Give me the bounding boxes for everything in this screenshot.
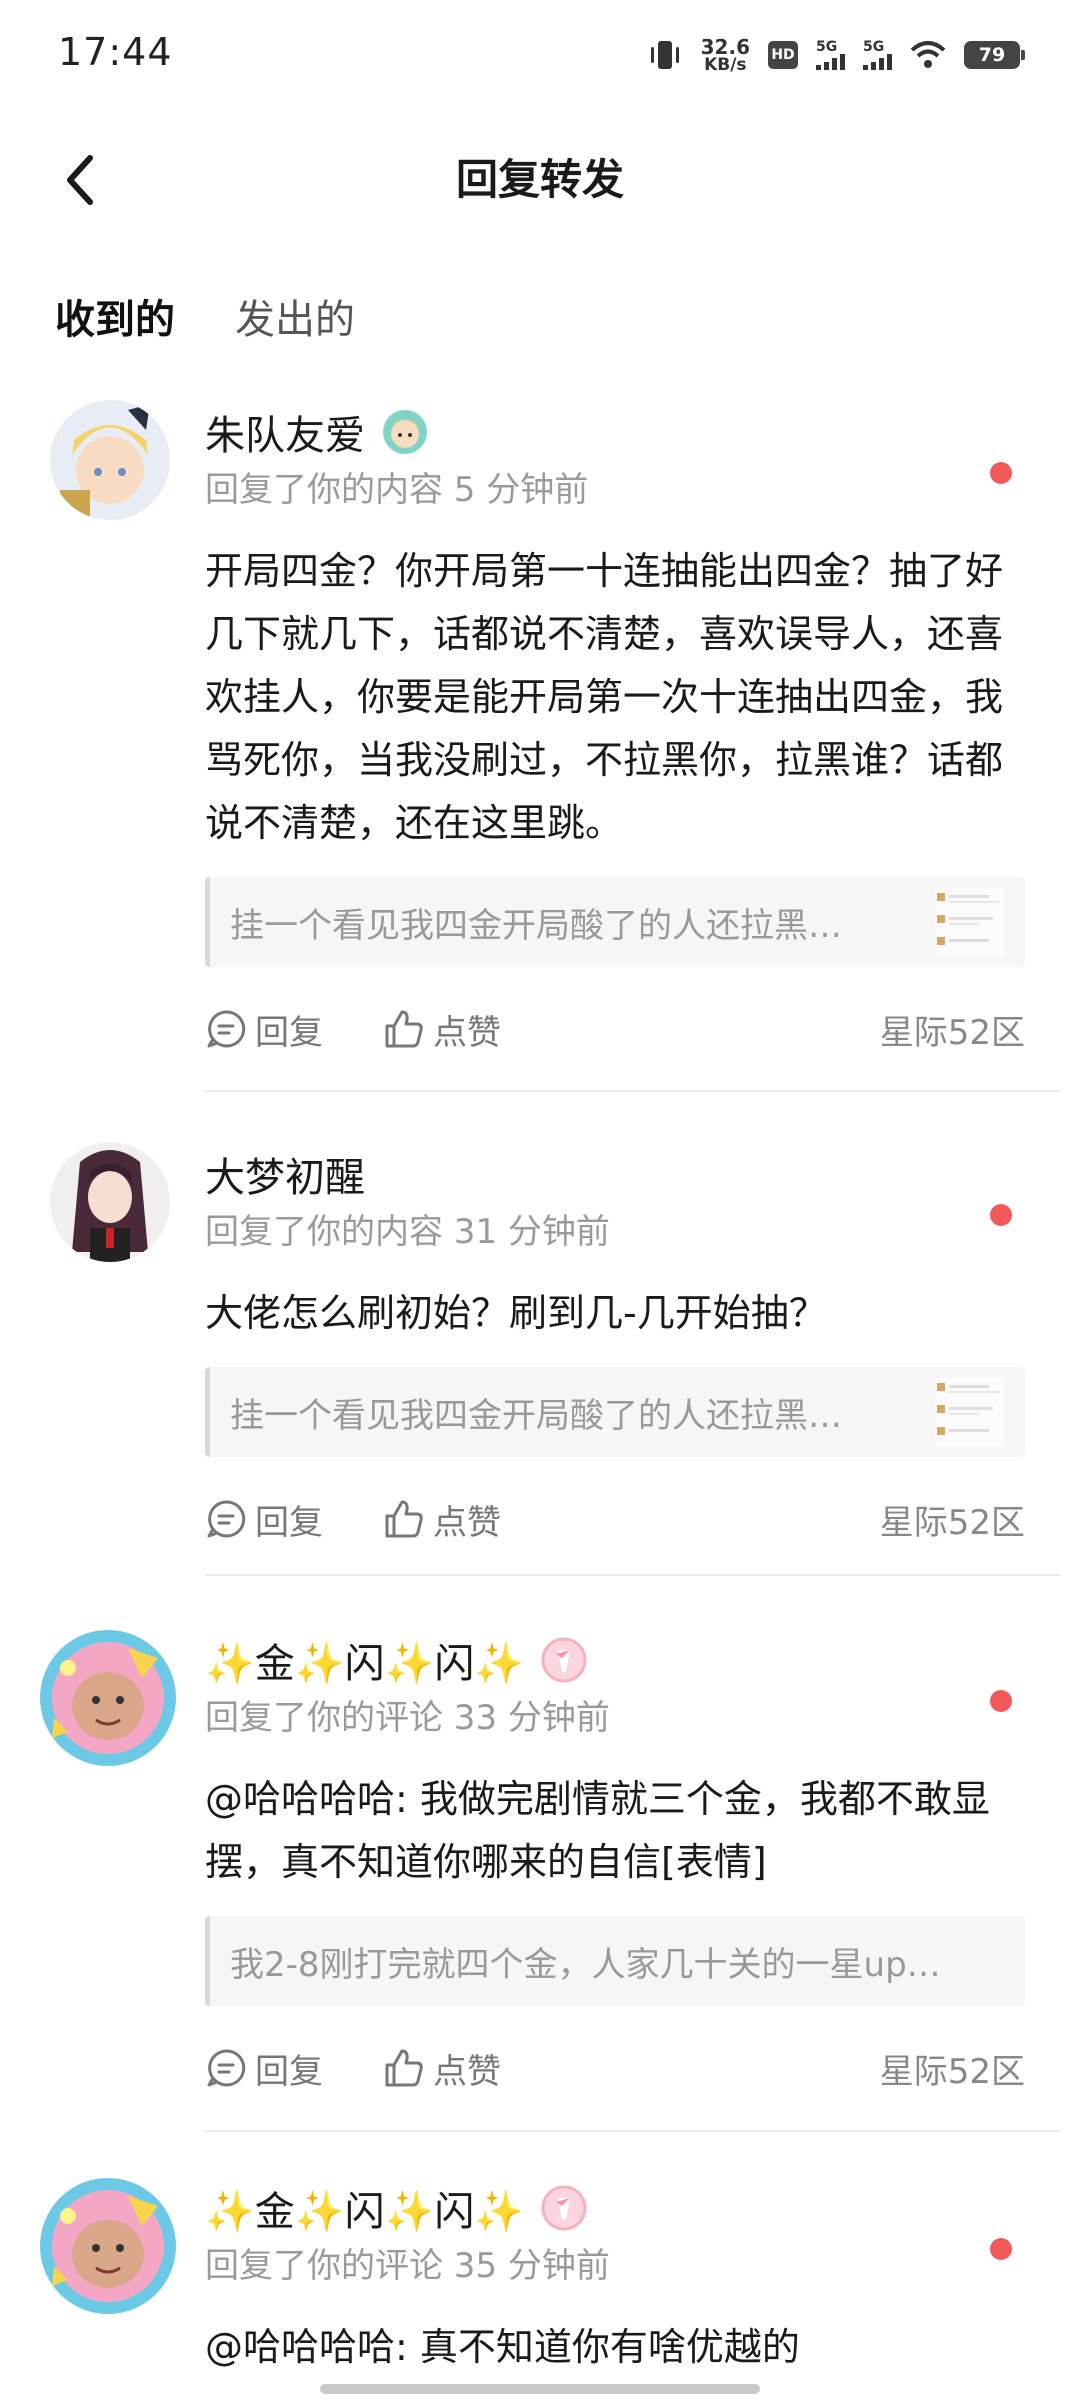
reply-label: 回复 xyxy=(255,1502,323,1543)
reply-meta: 回复了你的评论 33 分钟前 xyxy=(205,1698,610,1738)
comment-icon xyxy=(207,2049,246,2087)
reply-meta: 回复了你的评论 35 分钟前 xyxy=(205,2246,610,2286)
server-zone: 星际52区 xyxy=(879,2051,1025,2092)
username-row: ✨金✨闪✨闪✨ xyxy=(205,1630,1080,1690)
like-button[interactable]: 点赞 xyxy=(383,1005,501,1054)
reply-button[interactable]: 回复 xyxy=(205,1005,323,1054)
comment-icon xyxy=(207,1500,246,1538)
reply-button[interactable]: 回复 xyxy=(205,1495,323,1544)
quoted-post[interactable]: 挂一个看见我四金开局酸了的人还拉黑… xyxy=(205,1367,1025,1457)
item-content: 大梦初醒 回复了你的内容 31 分钟前 大佬怎么刷初始？刷到几-几开始抽？ 挂一… xyxy=(205,1144,1080,1549)
item-actions: 回复 点赞 星际52区 xyxy=(205,1489,1025,1549)
unread-dot xyxy=(990,462,1012,484)
avatar[interactable] xyxy=(38,2176,178,2316)
badge-icon xyxy=(540,2184,588,2232)
page-title: 回复转发 xyxy=(455,155,624,204)
quoted-text: 挂一个看见我四金开局酸了的人还拉黑… xyxy=(230,1395,842,1436)
thumbs-up-icon xyxy=(385,1500,423,1538)
unread-dot xyxy=(990,2238,1012,2260)
list-item[interactable]: ✨金✨闪✨闪✨ 回复了你的评论 33 分钟前 @哈哈哈哈: 我做完剧情就三个金，… xyxy=(0,1608,1080,2148)
avatar[interactable] xyxy=(38,1628,178,1768)
like-button[interactable]: 点赞 xyxy=(383,1495,501,1544)
net-speed-unit: KB/s xyxy=(704,54,747,75)
username[interactable]: ✨金✨闪✨闪✨ xyxy=(205,2179,524,2237)
tab-label: 收到的 xyxy=(55,297,175,343)
quoted-thumbnail xyxy=(935,1377,1005,1447)
comment-icon xyxy=(207,1010,246,1048)
reply-button[interactable]: 回复 xyxy=(205,2044,323,2093)
battery-icon: 79 xyxy=(964,41,1025,69)
wifi-icon xyxy=(910,40,946,70)
quoted-thumbnail xyxy=(935,887,1005,957)
item-content: ✨金✨闪✨闪✨ 回复了你的评论 33 分钟前 @哈哈哈哈: 我做完剧情就三个金，… xyxy=(205,1630,1080,2098)
tab-label: 发出的 xyxy=(235,297,355,343)
reply-label: 回复 xyxy=(255,2051,323,2092)
header: 回复转发 xyxy=(0,120,1080,240)
like-label: 点赞 xyxy=(433,2051,501,2092)
reply-body[interactable]: 开局四金？你开局第一十连抽能出四金？抽了好几下就几下，话都说不清楚，喜欢误导人，… xyxy=(205,540,1030,855)
tabs: 收到的 发出的 xyxy=(55,290,355,350)
username[interactable]: ✨金✨闪✨闪✨ xyxy=(205,1631,524,1689)
reply-meta: 回复了你的内容 31 分钟前 xyxy=(205,1212,610,1252)
divider xyxy=(205,2130,1060,2132)
hd-icon: HD xyxy=(768,41,798,69)
net-speed: 32.6 KB/s xyxy=(701,37,750,74)
item-content: 朱队友爱 回复了你的内容 5 分钟前 开局四金？你开局第一十连抽能出四金？抽了好… xyxy=(205,402,1080,1059)
server-zone: 星际52区 xyxy=(879,1502,1025,1543)
badge-icon xyxy=(540,1636,588,1684)
like-button[interactable]: 点赞 xyxy=(383,2044,501,2093)
quoted-text: 我2-8刚打完就四个金，人家几十关的一星up… xyxy=(230,1944,941,1985)
status-bar: 17:44 32.6 KB/s HD 5G 5G 79 xyxy=(0,0,1080,110)
list-item[interactable]: ✨金✨闪✨闪✨ 回复了你的评论 35 分钟前 @哈哈哈哈: 真不知道你有啥优越的 xyxy=(0,2156,1080,2400)
quoted-post[interactable]: 挂一个看见我四金开局酸了的人还拉黑… xyxy=(205,877,1025,967)
list-item[interactable]: 朱队友爱 回复了你的内容 5 分钟前 开局四金？你开局第一十连抽能出四金？抽了好… xyxy=(0,380,1080,1092)
sim2-label: 5G xyxy=(863,39,885,55)
reply-meta: 回复了你的内容 5 分钟前 xyxy=(205,470,589,510)
net-speed-value: 32.6 xyxy=(700,34,750,59)
tab-sent[interactable]: 发出的 xyxy=(235,290,355,350)
item-actions: 回复 点赞 星际52区 xyxy=(205,2038,1025,2098)
tab-received[interactable]: 收到的 xyxy=(55,290,175,350)
username[interactable]: 大梦初醒 xyxy=(205,1145,365,1203)
quoted-text: 挂一个看见我四金开局酸了的人还拉黑… xyxy=(230,905,842,946)
signal-icon-sim2: 5G xyxy=(863,40,892,70)
username-row: 大梦初醒 xyxy=(205,1144,1080,1204)
quoted-post[interactable]: 我2-8刚打完就四个金，人家几十关的一星up… xyxy=(205,1916,1025,2006)
server-zone: 星际52区 xyxy=(879,1012,1025,1053)
like-label: 点赞 xyxy=(433,1012,501,1053)
unread-dot xyxy=(990,1204,1012,1226)
reply-body[interactable]: @哈哈哈哈: 真不知道你有啥优越的 xyxy=(205,2316,1030,2379)
signal-icon-sim1: 5G xyxy=(816,40,845,70)
reply-body[interactable]: @哈哈哈哈: 我做完剧情就三个金，我都不敢显摆，真不知道你哪来的自信[表情] xyxy=(205,1768,1030,1894)
gesture-bar[interactable] xyxy=(320,2384,760,2394)
sim1-label: 5G xyxy=(816,39,838,55)
thumbs-up-icon xyxy=(385,2049,423,2087)
item-actions: 回复 点赞 星际52区 xyxy=(205,999,1025,1059)
username[interactable]: 朱队友爱 xyxy=(205,403,365,461)
divider xyxy=(205,1574,1060,1576)
list-item[interactable]: 大梦初醒 回复了你的内容 31 分钟前 大佬怎么刷初始？刷到几-几开始抽？ 挂一… xyxy=(0,1122,1080,1602)
username-row: ✨金✨闪✨闪✨ xyxy=(205,2178,1080,2238)
item-content: ✨金✨闪✨闪✨ 回复了你的评论 35 分钟前 @哈哈哈哈: 真不知道你有啥优越的 xyxy=(205,2178,1080,2379)
like-label: 点赞 xyxy=(433,1502,501,1543)
divider xyxy=(205,1090,1060,1092)
username-row: 朱队友爱 xyxy=(205,402,1080,462)
status-icons: 32.6 KB/s HD 5G 5G 79 xyxy=(647,30,1025,80)
reply-body[interactable]: 大佬怎么刷初始？刷到几-几开始抽？ xyxy=(205,1282,1030,1345)
avatar-badge-icon xyxy=(381,408,429,456)
unread-dot xyxy=(990,1690,1012,1712)
avatar[interactable] xyxy=(50,400,170,520)
vibrate-icon xyxy=(647,38,683,72)
reply-label: 回复 xyxy=(255,1012,323,1053)
avatar[interactable] xyxy=(50,1142,170,1262)
status-time: 17:44 xyxy=(58,30,173,74)
thumbs-up-icon xyxy=(385,1010,423,1048)
